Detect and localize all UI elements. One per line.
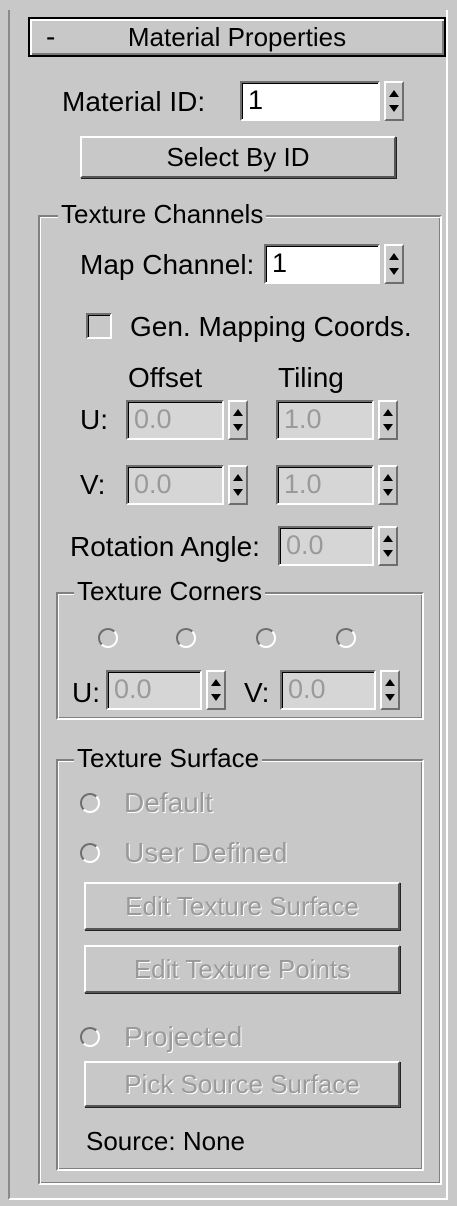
spinner-up-icon[interactable]	[233, 474, 243, 481]
gen-mapping-label: Gen. Mapping Coords.	[130, 311, 412, 342]
spinner-down-icon[interactable]	[383, 424, 393, 431]
spinner-down-icon[interactable]	[383, 489, 393, 496]
v-tiling-input[interactable]: 1.0	[276, 465, 374, 505]
corner-radio-4[interactable]	[336, 628, 356, 648]
rotation-angle-spinner[interactable]	[378, 526, 398, 566]
user-defined-label: User Defined	[124, 837, 288, 868]
corner-v-input[interactable]: 0.0	[280, 670, 376, 710]
corner-radio-1[interactable]	[98, 628, 118, 648]
spinner-up-icon[interactable]	[389, 253, 399, 260]
u-offset-input[interactable]: 0.0	[126, 400, 224, 440]
u-label: U:	[80, 404, 108, 435]
gen-mapping-checkbox[interactable]	[86, 313, 112, 339]
spinner-down-icon[interactable]	[383, 550, 393, 557]
offset-header: Offset	[128, 362, 203, 393]
pick-source-surface-button[interactable]: Pick Source Surface	[84, 1061, 400, 1107]
corner-radio-3[interactable]	[256, 628, 276, 648]
rollout-title: Material Properties	[127, 22, 347, 52]
u-tiling-spinner[interactable]	[378, 400, 398, 440]
rotation-angle-label: Rotation Angle:	[70, 531, 260, 562]
spinner-down-icon[interactable]	[389, 105, 399, 112]
spinner-up-icon[interactable]	[211, 679, 221, 686]
source-status: Source: None	[86, 1126, 245, 1156]
spinner-up-icon[interactable]	[383, 535, 393, 542]
spinner-up-icon[interactable]	[383, 409, 393, 416]
user-defined-radio[interactable]	[80, 843, 100, 863]
rotation-angle-input[interactable]: 0.0	[278, 526, 374, 566]
v-tiling-spinner[interactable]	[378, 465, 398, 505]
projected-label: Projected	[124, 1021, 243, 1052]
material-id-label: Material ID:	[62, 86, 206, 117]
spinner-down-icon[interactable]	[389, 268, 399, 275]
tiling-header: Tiling	[278, 362, 344, 393]
v-offset-spinner[interactable]	[228, 465, 248, 505]
spinner-up-icon[interactable]	[385, 679, 395, 686]
u-offset-spinner[interactable]	[228, 400, 248, 440]
rollout-header[interactable]: - Material Properties	[28, 17, 446, 57]
texture-corners-title: Texture Corners	[74, 576, 265, 607]
map-channel-spinner[interactable]	[384, 244, 404, 284]
v-offset-input[interactable]: 0.0	[126, 465, 224, 505]
corner-radio-2[interactable]	[176, 628, 196, 648]
corner-u-label: U:	[72, 677, 100, 708]
spinner-up-icon[interactable]	[383, 474, 393, 481]
spinner-down-icon[interactable]	[233, 489, 243, 496]
select-by-id-button[interactable]: Select By ID	[80, 136, 396, 178]
spinner-up-icon[interactable]	[233, 409, 243, 416]
material-id-input[interactable]: 1	[240, 81, 380, 121]
map-channel-input[interactable]: 1	[264, 244, 380, 284]
corner-v-spinner[interactable]	[380, 670, 400, 710]
corner-u-input[interactable]: 0.0	[106, 670, 202, 710]
projected-radio[interactable]	[80, 1027, 100, 1047]
material-id-spinner[interactable]	[384, 81, 404, 121]
default-label: Default	[124, 787, 213, 818]
map-channel-label: Map Channel:	[80, 249, 255, 280]
corner-v-label: V:	[244, 677, 270, 708]
u-tiling-input[interactable]: 1.0	[276, 400, 374, 440]
edit-texture-surface-button[interactable]: Edit Texture Surface	[84, 882, 400, 930]
texture-channels-title: Texture Channels	[58, 199, 267, 230]
v-label: V:	[80, 469, 106, 500]
spinner-down-icon[interactable]	[211, 694, 221, 701]
edit-texture-points-button[interactable]: Edit Texture Points	[84, 945, 400, 993]
spinner-down-icon[interactable]	[385, 694, 395, 701]
corner-u-spinner[interactable]	[206, 670, 226, 710]
spinner-down-icon[interactable]	[233, 424, 243, 431]
spinner-up-icon[interactable]	[389, 90, 399, 97]
default-radio[interactable]	[80, 793, 100, 813]
texture-surface-title: Texture Surface	[74, 743, 263, 774]
